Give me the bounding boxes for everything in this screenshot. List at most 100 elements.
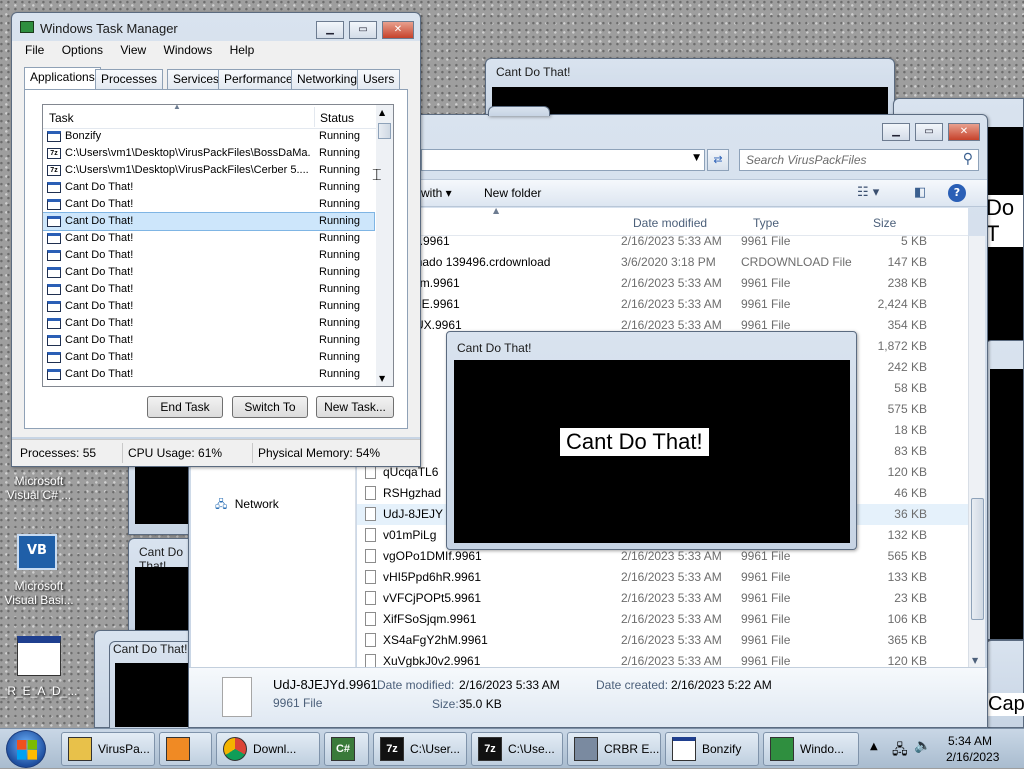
network-status-icon[interactable]: 🖧	[892, 739, 908, 763]
task-row[interactable]: 7z C:\Users\vm1\Desktop\VirusPackFiles\Bo…	[43, 145, 374, 162]
window-icon	[47, 284, 61, 295]
chevron-down-icon[interactable]: ▼	[693, 153, 700, 163]
window-icon	[47, 216, 61, 227]
minimize-button[interactable]: ▁	[316, 21, 344, 39]
scrollbar-thumb[interactable]	[378, 123, 391, 139]
task-row[interactable]: Cant Do That! Running	[43, 281, 374, 298]
task-status: Running	[319, 232, 360, 244]
details-size-label: Size:	[432, 697, 459, 711]
end-task-button[interactable]: End Task	[147, 396, 223, 418]
preview-pane-icon[interactable]: ◧	[914, 185, 926, 200]
popup-window-bg-3[interactable]	[985, 340, 1024, 640]
file-row[interactable]: XS4aFgY2hM.9961 2/16/2023 5:33 AM 9961 Fil…	[357, 630, 968, 651]
column-header-task[interactable]: Task	[49, 111, 74, 125]
search-input[interactable]: Search VirusPackFiles ⚲	[739, 149, 979, 171]
taskbar-button[interactable]: 7z C:\Use...	[471, 732, 563, 766]
task-row[interactable]: Cant Do That! Running	[43, 366, 374, 383]
tab-performance[interactable]: Performance	[218, 69, 299, 89]
task-row[interactable]: Cant Do That! Running	[43, 349, 374, 366]
task-manager-window[interactable]: Windows Task Manager ▁ ▭ ✕ File Options …	[11, 12, 421, 467]
minimize-button[interactable]: ▁	[882, 123, 910, 141]
nav-item-network[interactable]: 🖧 Network	[215, 496, 279, 515]
7zip-icon: 7z	[380, 737, 404, 761]
file-row[interactable]: vHI5Ppd6hR.9961 2/16/2023 5:33 AM 9961 Fil…	[357, 567, 968, 588]
task-row[interactable]: Cant Do That! Running	[43, 264, 374, 281]
file-row[interactable]: XifFSoSjqm.9961 2/16/2023 5:33 AM 9961 Fil…	[357, 609, 968, 630]
popup-window-main[interactable]: Cant Do That! Cant Do That!	[446, 331, 857, 550]
scroll-down-arrow[interactable]: ▼	[972, 656, 978, 665]
maximize-button[interactable]: ▭	[915, 123, 943, 141]
column-header-status[interactable]: Status	[320, 111, 354, 125]
file-date: 2/16/2023 5:33 AM	[621, 591, 722, 605]
file-row[interactable]: KxbniCE.9961 2/16/2023 5:33 AM 9961 File 2,…	[357, 294, 968, 315]
task-row[interactable]: Cant Do That! Running	[43, 247, 374, 264]
switch-to-button[interactable]: Switch To	[232, 396, 308, 418]
scroll-down-arrow[interactable]: ▼	[379, 374, 385, 383]
new-folder-button[interactable]: New folder	[484, 186, 541, 200]
taskbar-button[interactable]: Windo...	[763, 732, 859, 766]
task-row[interactable]: 7z C:\Users\vm1\Desktop\VirusPackFiles\Ce…	[43, 162, 374, 179]
popup-window-bg-8[interactable]	[488, 106, 550, 116]
task-row[interactable]: Cant Do That! Running	[43, 332, 374, 349]
address-bar[interactable]: ▼	[421, 149, 705, 171]
file-row[interactable]: XuVgbkJ0v2.9961 2/16/2023 5:33 AM 9961 Fil…	[357, 651, 968, 667]
file-row[interactable]: KnaHgm.9961 2/16/2023 5:33 AM 9961 File 238…	[357, 273, 968, 294]
tab-processes[interactable]: Processes	[95, 69, 164, 89]
task-row[interactable]: Cant Do That! Running	[43, 230, 374, 247]
taskbar-button[interactable]: 7z C:\User...	[373, 732, 467, 766]
task-status: Running	[319, 334, 360, 346]
clock-time[interactable]: 5:34 AM	[948, 734, 992, 748]
task-row[interactable]: Cant Do That! Running	[43, 212, 375, 231]
nav-network-label: Network	[234, 497, 279, 511]
tab-networking[interactable]: Networking	[291, 69, 364, 89]
task-row[interactable]: Cant Do That! Running	[43, 179, 374, 196]
file-row[interactable]: confirmado 139496.crdownload 3/6/2020 3:1…	[357, 252, 968, 273]
menu-view[interactable]: View	[120, 43, 146, 57]
task-row[interactable]: Cant Do That! Running	[43, 196, 374, 213]
taskbar-button[interactable]: C#	[324, 732, 369, 766]
tab-users[interactable]: Users	[357, 69, 401, 89]
share-with-menu[interactable]: with ▾	[421, 186, 452, 200]
view-options-icon[interactable]: ☷ ▾	[857, 185, 879, 200]
refresh-button[interactable]: ⇄	[707, 149, 729, 171]
clock-date[interactable]: 2/16/2023	[946, 750, 999, 764]
taskbar-button[interactable]: Bonzify	[665, 732, 759, 766]
volume-icon[interactable]: 🔈	[914, 738, 931, 754]
taskbar-button[interactable]: Downl...	[216, 732, 320, 766]
menu-file[interactable]: File	[25, 43, 44, 57]
file-size: 2,424 KB	[877, 297, 927, 311]
column-header-size[interactable]: Size	[873, 216, 896, 230]
file-size: 132 KB	[887, 528, 927, 542]
close-button[interactable]: ✕	[948, 123, 980, 141]
start-button[interactable]	[6, 730, 46, 768]
details-created-value: 2/16/2023 5:22 AM	[671, 678, 772, 692]
scroll-up-arrow[interactable]: ▲	[379, 108, 385, 117]
menu-windows[interactable]: Windows	[164, 43, 213, 57]
maximize-button[interactable]: ▭	[349, 21, 377, 39]
scrollbar-thumb[interactable]	[971, 498, 984, 620]
column-header-date[interactable]: Date modified	[633, 216, 707, 230]
popup-window-bg-4[interactable]: Capt	[985, 640, 1024, 728]
tab-services[interactable]: Services	[167, 69, 226, 89]
window-icon	[47, 267, 61, 278]
popup-window-bg-7[interactable]: Cant Do That!	[94, 630, 195, 729]
tab-applications[interactable]: Applications	[24, 67, 101, 89]
show-hidden-icons-icon[interactable]: ▲	[870, 741, 878, 752]
file-row[interactable]: vVFCjPOPt5.9961 2/16/2023 5:33 AM 9961 Fil…	[357, 588, 968, 609]
task-list-scrollbar[interactable]: ▲ ▼	[376, 105, 393, 386]
taskbar-button[interactable]: VirusPa...	[61, 732, 155, 766]
taskbar-button[interactable]: CRBR E...	[567, 732, 661, 766]
new-task-button[interactable]: New Task...	[316, 396, 394, 418]
file-row[interactable]: -dWPn.99612/16/2023 5:33 AM9961 File5 KB	[357, 231, 968, 252]
menu-help[interactable]: Help	[230, 43, 255, 57]
task-row[interactable]: Cant Do That! Running	[43, 315, 374, 332]
vertical-scrollbar[interactable]: ▼	[968, 236, 985, 667]
close-button[interactable]: ✕	[382, 21, 414, 39]
task-row[interactable]: Bonzify Running	[43, 128, 374, 145]
column-header-type[interactable]: Type	[753, 216, 779, 230]
menu-options[interactable]: Options	[62, 43, 103, 57]
task-row[interactable]: Cant Do That! Running	[43, 298, 374, 315]
help-icon[interactable]: ?	[948, 184, 966, 202]
task-list[interactable]: ▲ Task Status Bonzify Running 7z C:\Users\v…	[42, 104, 394, 387]
taskbar-button[interactable]	[159, 732, 212, 766]
